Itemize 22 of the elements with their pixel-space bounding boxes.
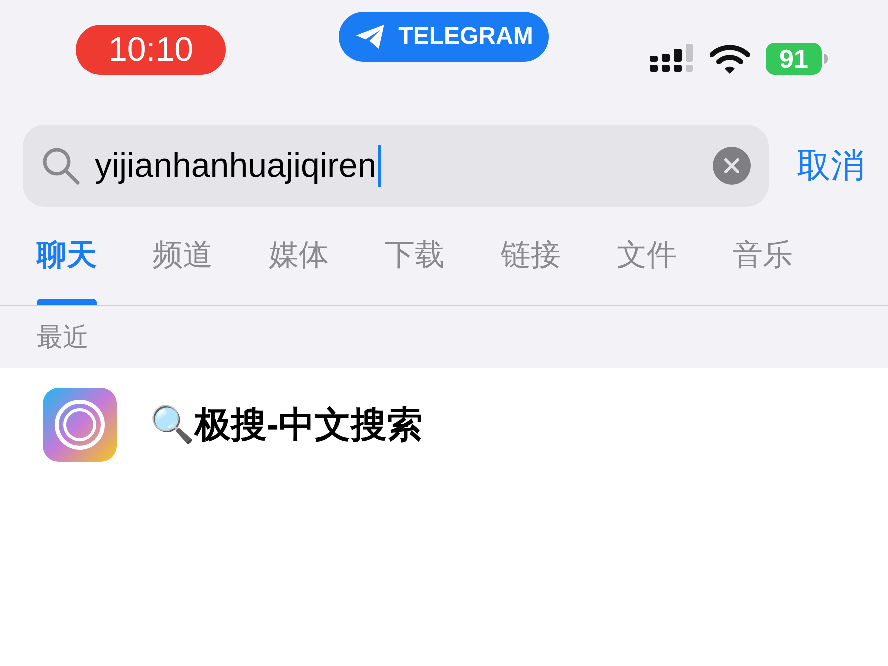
filter-tab[interactable]: 媒体 [269, 225, 329, 305]
filter-tab[interactable]: 链接 [501, 225, 561, 305]
app-avatar-icon [43, 388, 117, 462]
close-icon [724, 158, 740, 174]
paper-plane-icon [354, 23, 387, 51]
filter-tab[interactable]: 聊天 [37, 225, 97, 305]
filter-tab[interactable]: 音乐 [733, 225, 793, 305]
result-row[interactable]: 🔍极搜-中文搜索 [0, 368, 888, 482]
search-icon [41, 146, 81, 186]
filter-tab[interactable]: 下载 [385, 225, 445, 305]
result-title: 🔍极搜-中文搜索 [150, 403, 423, 447]
wifi-icon [710, 44, 750, 74]
filter-tab[interactable]: 文件 [617, 225, 677, 305]
section-header: 最近 [37, 320, 89, 354]
filter-tab[interactable]: 频道 [153, 225, 213, 305]
telegram-pill[interactable]: TELEGRAM [339, 12, 549, 62]
cancel-button[interactable]: 取消 [797, 140, 865, 192]
battery-indicator: 91 [766, 43, 822, 75]
time-pill: 10:10 [76, 25, 226, 75]
search-field[interactable]: yijianhanhuajiqiren [23, 125, 769, 207]
clear-button[interactable] [713, 147, 751, 185]
signal-icon [650, 44, 694, 74]
